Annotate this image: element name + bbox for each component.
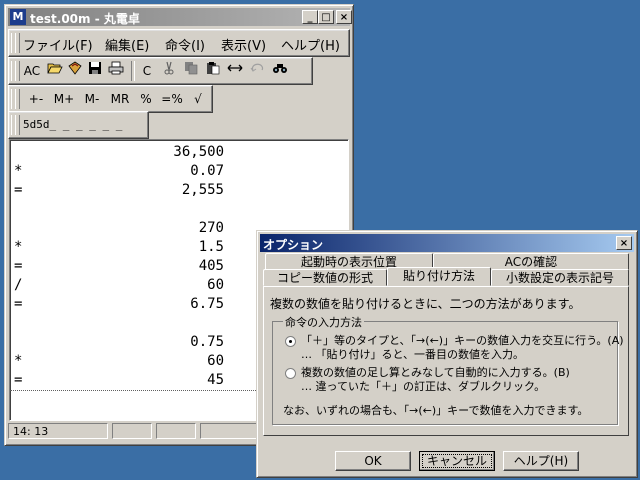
number-format-display[interactable]: 5d5d_ _ _ _ _ _	[23, 115, 133, 135]
equals-percent-button[interactable]: =%	[159, 89, 185, 109]
toolbar-main: AC C	[8, 57, 313, 85]
tape-row[interactable]: = 45	[14, 372, 294, 391]
toolbar-calc: +- M+ M- MR % =% √	[8, 85, 213, 113]
tape-operator: =	[14, 296, 23, 312]
menu-view[interactable]: 表示(V)	[221, 35, 266, 54]
calc-toolbar-grip-2	[15, 89, 20, 109]
print-icon[interactable]	[105, 61, 127, 81]
dialog-title-bar[interactable]: オプション ×	[260, 234, 634, 252]
find-icon[interactable]	[269, 61, 291, 81]
tape-value: 36,500	[173, 144, 224, 160]
tape-row[interactable]: * 1.5	[14, 239, 294, 258]
memory-minus-button[interactable]: M-	[79, 89, 105, 109]
tape-value: 6.75	[190, 296, 224, 312]
cut-icon[interactable]	[159, 61, 179, 81]
menu-command[interactable]: 命令(I)	[165, 35, 205, 54]
note-text: なお、いずれの場合も、「→(←)」キーで数値を入力できます。	[283, 404, 589, 417]
tape-row[interactable]: * 0.07	[14, 163, 294, 182]
undo-icon[interactable]	[247, 61, 267, 81]
tape-value: 0.75	[190, 334, 224, 350]
tape-operator: *	[14, 353, 23, 369]
menu-edit[interactable]: 編集(E)	[105, 35, 149, 54]
new-file-icon[interactable]	[65, 61, 85, 81]
memory-plus-button[interactable]: M+	[51, 89, 77, 109]
cancel-button[interactable]: キャンセル	[419, 451, 495, 471]
tape-row[interactable]: = 2,555	[14, 182, 294, 201]
app-icon[interactable]: M	[10, 9, 26, 25]
maximize-button[interactable]: □	[318, 10, 334, 24]
tape-row[interactable]: 36,500	[14, 144, 294, 163]
main-title-bar[interactable]: M test.00m - 丸電卓 _ □ ×	[8, 8, 352, 26]
format-bar: 5d5d_ _ _ _ _ _	[8, 111, 149, 139]
tape-value: 405	[198, 258, 224, 274]
window-title: test.00m - 丸電卓	[30, 12, 140, 26]
help-button[interactable]: ヘルプ(H)	[503, 451, 579, 471]
options-dialog: オプション × 起動時の表示位置 ACの確認 コピー数値の形式 貼り付け方法 小…	[256, 230, 638, 478]
tape-value: 60	[207, 277, 224, 293]
cursor-position: 14: 13	[8, 423, 108, 439]
dialog-close-button[interactable]: ×	[616, 236, 632, 250]
tape-row[interactable]: / 60	[14, 277, 294, 296]
tape-row[interactable]	[14, 315, 294, 334]
paste-description: 複数の数値を貼り付けるときに、二つの方法があります。	[270, 297, 581, 311]
format-bar-grip-2	[15, 115, 20, 135]
option-a-radio[interactable]	[285, 336, 296, 347]
tape-row[interactable]: = 405	[14, 258, 294, 277]
percent-button[interactable]: %	[135, 89, 157, 109]
memory-recall-button[interactable]: MR	[107, 89, 133, 109]
menu-help[interactable]: ヘルプ(H)	[281, 35, 340, 54]
copy-icon[interactable]	[181, 61, 201, 81]
sign-toggle-button[interactable]: +-	[23, 89, 49, 109]
minimize-button[interactable]: _	[302, 10, 318, 24]
paste-method-panel: 複数の数値を貼り付けるときに、二つの方法があります。 命令の入力方法 「＋」等の…	[263, 286, 629, 436]
status-pane-3	[156, 423, 196, 439]
option-a-detail: … 「貼り付け」ると、一番目の数値を入力。	[301, 348, 525, 361]
option-b-radio[interactable]	[285, 368, 296, 379]
toolbar-grip-2	[15, 61, 20, 81]
tape-row[interactable]: = 6.75	[14, 296, 294, 315]
tab-paste-method[interactable]: 貼り付け方法	[387, 267, 491, 286]
tape-operator: *	[14, 239, 23, 255]
group-label: 命令の入力方法	[283, 314, 364, 330]
tape-operator: *	[14, 163, 23, 179]
option-b-detail: … 違っていた「＋」の訂正は、ダブルクリック。	[301, 380, 546, 393]
tape-operator: =	[14, 182, 23, 198]
tape-row[interactable]: * 60	[14, 353, 294, 372]
open-folder-icon[interactable]	[45, 61, 65, 81]
input-method-group: 命令の入力方法 「＋」等のタイプと、「→(←)」キーの数値入力を交互に行う。(A…	[272, 314, 624, 425]
ok-button[interactable]: OK	[335, 451, 411, 471]
save-icon[interactable]	[85, 61, 105, 81]
toolbar-separator	[131, 61, 135, 81]
menu-bar: ファイル(F) 編集(E) 命令(I) 表示(V) ヘルプ(H)	[8, 29, 350, 57]
tape-row[interactable]	[14, 201, 294, 220]
tape-value: 60	[207, 353, 224, 369]
tape-operator: =	[14, 372, 23, 388]
close-button[interactable]: ×	[336, 10, 352, 24]
swap-icon[interactable]	[225, 61, 245, 81]
paste-icon[interactable]	[203, 61, 223, 81]
status-pane-2	[112, 423, 152, 439]
tape-value: 45	[207, 372, 224, 388]
tape-row[interactable]: 270	[14, 220, 294, 239]
tape-value: 0.07	[190, 163, 224, 179]
tab-copy-format[interactable]: コピー数値の形式	[263, 269, 387, 286]
tab-decimal-symbol[interactable]: 小数設定の表示記号	[491, 269, 629, 286]
tape-value: 1.5	[198, 239, 224, 255]
tape-operator: =	[14, 258, 23, 274]
ac-button[interactable]: AC	[21, 61, 43, 81]
sqrt-button[interactable]: √	[187, 89, 209, 109]
clear-button[interactable]: C	[137, 61, 157, 81]
tape-value: 2,555	[181, 182, 224, 198]
tape-value: 270	[198, 220, 224, 236]
tape-operator: /	[14, 277, 23, 293]
menu-file[interactable]: ファイル(F)	[23, 35, 93, 54]
dialog-title: オプション	[263, 238, 324, 252]
menu-grip-2	[15, 33, 20, 53]
tape-row[interactable]: 0.75	[14, 334, 294, 353]
